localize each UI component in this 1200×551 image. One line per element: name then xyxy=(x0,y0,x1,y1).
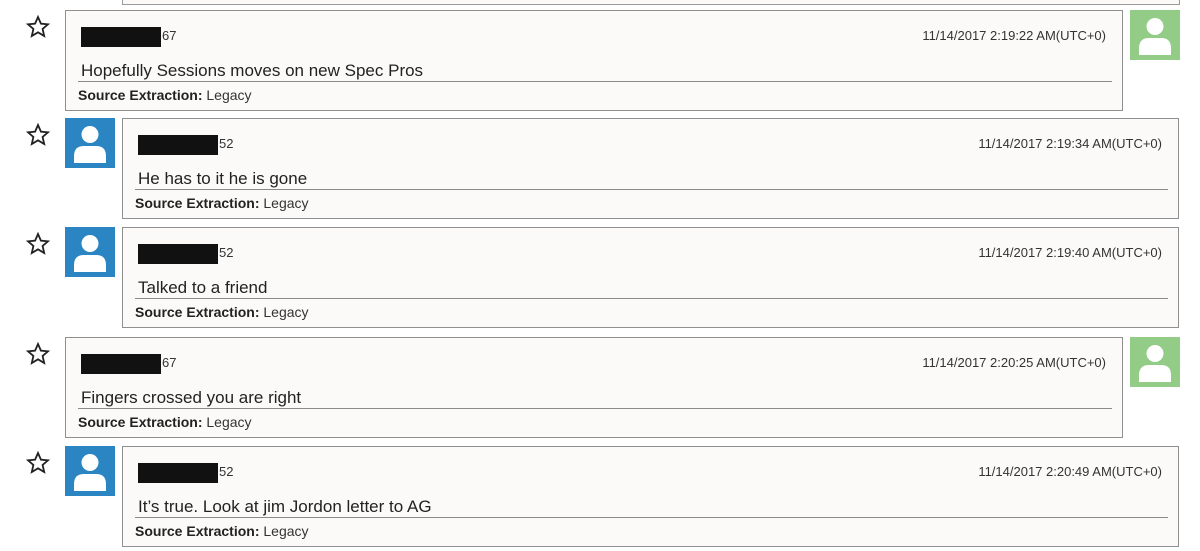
star-icon[interactable] xyxy=(25,450,51,475)
message-text: It’s true. Look at jim Jordon letter to … xyxy=(138,497,432,516)
previous-message-edge xyxy=(122,0,1180,5)
source-extraction-label: Source Extraction: xyxy=(135,304,260,320)
user-avatar-icon xyxy=(1130,337,1180,387)
message-bubble[interactable]: 52 11/14/2017 2:19:34 AM(UTC+0) He has t… xyxy=(122,118,1179,219)
source-extraction: Source Extraction: Legacy xyxy=(135,304,309,320)
user-avatar-icon xyxy=(65,446,115,496)
user-avatar-icon xyxy=(65,227,115,277)
message-bubble[interactable]: 67 11/14/2017 2:20:25 AM(UTC+0) Fingers … xyxy=(65,337,1123,438)
source-extraction: Source Extraction: Legacy xyxy=(78,414,252,430)
message-timestamp: 11/14/2017 2:20:49 AM(UTC+0) xyxy=(978,464,1162,479)
sender-id-suffix: 52 xyxy=(219,464,234,479)
source-extraction-value: Legacy xyxy=(206,414,252,430)
message-timestamp: 11/14/2017 2:19:34 AM(UTC+0) xyxy=(978,136,1162,151)
message-bubble[interactable]: 52 11/14/2017 2:19:40 AM(UTC+0) Talked t… xyxy=(122,227,1179,328)
redacted-sender-name xyxy=(138,463,218,483)
source-extraction-value: Legacy xyxy=(263,304,309,320)
source-extraction-label: Source Extraction: xyxy=(135,195,260,211)
user-avatar-icon xyxy=(65,118,115,168)
message-bubble[interactable]: 52 11/14/2017 2:20:49 AM(UTC+0) It’s tru… xyxy=(122,446,1179,547)
source-extraction-label: Source Extraction: xyxy=(78,87,203,103)
source-extraction-label: Source Extraction: xyxy=(135,523,260,539)
message-timestamp: 11/14/2017 2:19:22 AM(UTC+0) xyxy=(922,28,1106,43)
redacted-sender-name xyxy=(81,27,161,47)
message-text: He has to it he is gone xyxy=(138,169,308,188)
message-timestamp: 11/14/2017 2:19:40 AM(UTC+0) xyxy=(978,245,1162,260)
source-extraction: Source Extraction: Legacy xyxy=(78,87,252,103)
sender-id-suffix: 67 xyxy=(162,355,177,370)
sender-id-suffix: 67 xyxy=(162,28,177,43)
message-bubble[interactable]: 67 11/14/2017 2:19:22 AM(UTC+0) Hopefull… xyxy=(65,10,1123,111)
star-icon[interactable] xyxy=(25,14,51,39)
source-extraction: Source Extraction: Legacy xyxy=(135,195,309,211)
divider xyxy=(78,81,1112,82)
star-icon[interactable] xyxy=(25,122,51,147)
sender-id-suffix: 52 xyxy=(219,245,234,260)
redacted-sender-name xyxy=(138,135,218,155)
source-extraction-value: Legacy xyxy=(263,523,309,539)
divider xyxy=(135,517,1168,518)
message-text: Hopefully Sessions moves on new Spec Pro… xyxy=(81,61,424,80)
redacted-sender-name xyxy=(138,244,218,264)
redacted-sender-name xyxy=(81,354,161,374)
source-extraction-label: Source Extraction: xyxy=(78,414,203,430)
star-icon[interactable] xyxy=(25,231,51,256)
star-icon[interactable] xyxy=(25,341,51,366)
divider xyxy=(135,189,1168,190)
sender-id-suffix: 52 xyxy=(219,136,234,151)
message-text: Fingers crossed you are right xyxy=(81,388,302,407)
source-extraction-value: Legacy xyxy=(263,195,309,211)
message-text: Talked to a friend xyxy=(138,278,268,297)
divider xyxy=(135,298,1168,299)
divider xyxy=(78,408,1112,409)
source-extraction: Source Extraction: Legacy xyxy=(135,523,309,539)
user-avatar-icon xyxy=(1130,10,1180,60)
message-timestamp: 11/14/2017 2:20:25 AM(UTC+0) xyxy=(922,355,1106,370)
source-extraction-value: Legacy xyxy=(206,87,252,103)
